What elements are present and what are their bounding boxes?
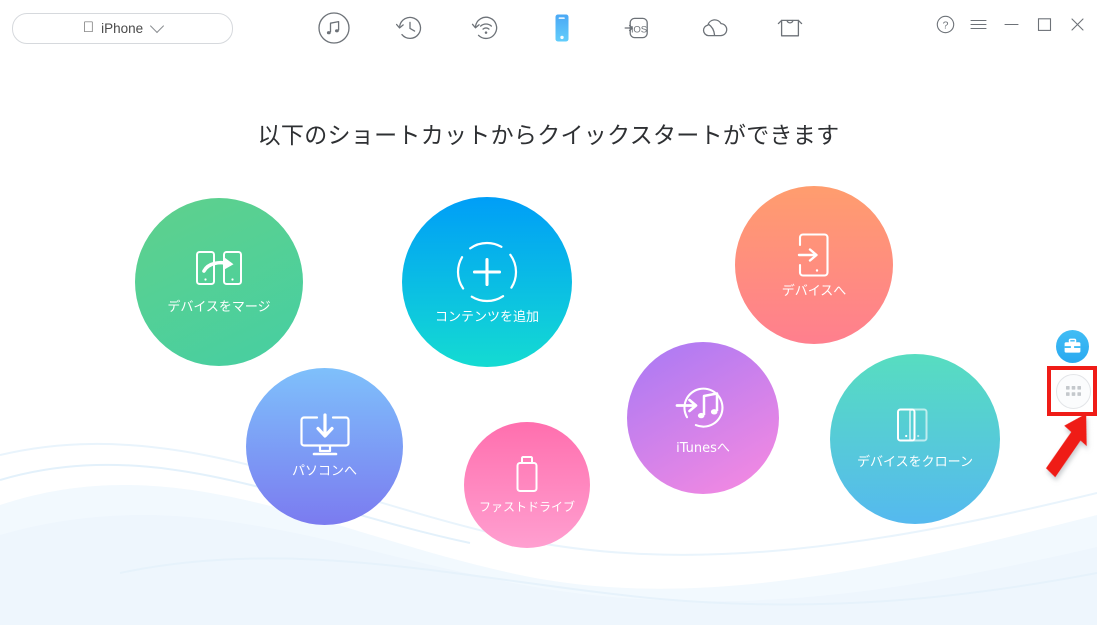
device-selector[interactable]:  iPhone xyxy=(12,13,233,44)
shortcut-add-content[interactable]: コンテンツを追加 xyxy=(402,197,572,367)
shortcut-to-device[interactable]: デバイスへ xyxy=(735,186,893,344)
nav-backup-restore[interactable] xyxy=(372,4,448,52)
dashed-circle-plus-icon xyxy=(456,241,518,302)
shortcut-clone-device[interactable]: デバイスをクローン xyxy=(830,354,1000,524)
close-button[interactable] xyxy=(1067,14,1087,34)
usb-drive-icon xyxy=(516,456,538,493)
maximize-button[interactable] xyxy=(1034,14,1054,34)
arrow-music-circle-icon xyxy=(675,387,724,428)
shortcut-merge-device[interactable]: デバイスをマージ xyxy=(135,198,303,366)
nav-icloud-manager[interactable] xyxy=(676,4,752,52)
shortcut-label: コンテンツを追加 xyxy=(434,309,539,325)
title-bar:  iPhone xyxy=(0,0,1097,56)
app-window:  iPhone xyxy=(0,0,1097,625)
shortcut-bubbles: デバイスをマージ コンテンツを追加 デバイスへ パソコンへ ファストドライブ i… xyxy=(0,0,1097,625)
monitor-download-icon xyxy=(299,413,350,456)
maximize-icon xyxy=(1037,17,1051,31)
shortcut-fast-drive[interactable]: ファストドライブ xyxy=(464,422,590,548)
two-phones-icon xyxy=(897,408,928,442)
question-circle-icon: ? xyxy=(936,15,954,33)
cloud-icon xyxy=(702,19,728,37)
help-button[interactable]: ? xyxy=(935,14,955,34)
menu-button[interactable] xyxy=(968,14,988,34)
minimize-button[interactable] xyxy=(1001,14,1021,34)
nav-wireless-transfer[interactable] xyxy=(448,4,524,52)
clock-restore-icon xyxy=(395,16,422,39)
shortcut-label: デバイスをマージ xyxy=(167,299,271,315)
toolbox-icon xyxy=(1064,338,1081,353)
shortcut-label: iTunesへ xyxy=(676,440,730,456)
toolbar-nav: iOS xyxy=(296,4,828,52)
shortcut-to-itunes[interactable]: iTunesへ xyxy=(627,342,779,494)
nav-toolkit[interactable] xyxy=(752,4,828,52)
apple-logo-icon:  xyxy=(83,20,94,35)
close-icon xyxy=(1070,17,1084,31)
phone-icon xyxy=(555,14,569,42)
shortcut-label: デバイスへ xyxy=(781,283,847,299)
window-controls: ? xyxy=(935,14,1087,34)
music-note-circle-icon xyxy=(318,12,350,44)
grid-dots-icon xyxy=(1066,386,1081,396)
shortcut-to-pc[interactable]: パソコンへ xyxy=(246,368,403,525)
to-ios-icon: iOS xyxy=(624,17,648,39)
two-phones-merge-arrow-icon xyxy=(196,250,242,285)
shortcut-label: デバイスをクローン xyxy=(857,454,973,470)
hamburger-icon xyxy=(969,19,987,29)
wireless-transfer-icon xyxy=(471,16,498,40)
arrow-into-phone-icon xyxy=(797,233,829,277)
shortcut-label: ファストドライブ xyxy=(478,500,575,515)
toolbox-button[interactable] xyxy=(1056,330,1089,363)
svg-text:iOS: iOS xyxy=(631,24,647,35)
nav-music-manager[interactable] xyxy=(296,4,372,52)
page-title: 以下のショートカットからクイックスタートができます xyxy=(257,123,840,149)
tshirt-icon xyxy=(777,19,803,37)
svg-text:?: ? xyxy=(942,19,948,31)
shortcut-label: パソコンへ xyxy=(291,464,357,480)
apps-grid-button[interactable] xyxy=(1056,374,1091,409)
nav-device-manager[interactable] xyxy=(524,4,600,52)
chevron-down-icon xyxy=(150,18,165,33)
nav-ios-mover[interactable]: iOS xyxy=(600,4,676,52)
minimize-icon xyxy=(1003,23,1019,25)
device-name-label: iPhone xyxy=(95,21,143,36)
